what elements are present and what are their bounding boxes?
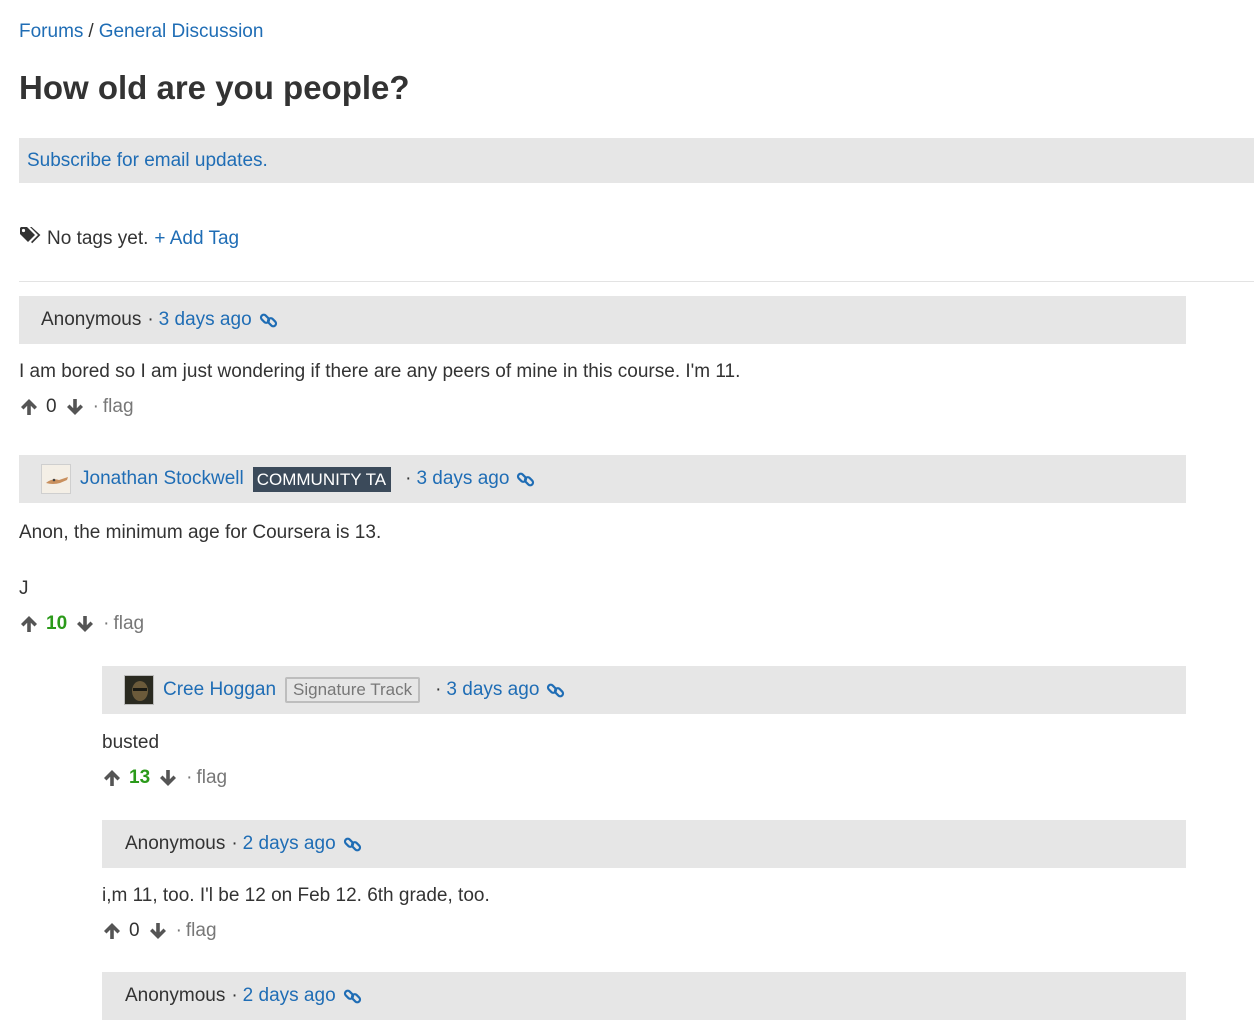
arrow-up-icon[interactable] [19,397,39,417]
vote-count: 0 [129,920,140,941]
separator-dot: · [186,767,193,788]
flag-link[interactable]: flag [186,920,217,942]
post-body-text: J [19,578,29,599]
signature-track-badge: Signature Track [285,677,421,703]
post-header: Cree Hoggan Signature Track · 3 days ago [102,666,1186,714]
separator-dot: · [103,613,110,634]
post-author: Anonymous [125,985,226,1006]
avatar[interactable] [41,464,71,494]
subscribe-link[interactable]: Subscribe for email updates. [27,149,268,173]
community-ta-badge: COMMUNITY TA [252,466,392,492]
avatar[interactable] [124,675,154,705]
arrow-down-icon[interactable] [158,768,178,788]
link-icon[interactable] [343,987,362,1006]
post-author-link[interactable]: Jonathan Stockwell [80,468,244,490]
separator-dot: · [435,679,442,700]
separator-dot: · [147,309,154,330]
vote-count: 0 [46,396,57,417]
tags-icon [19,226,47,252]
separator-dot: · [92,396,99,417]
breadcrumb-separator: / [88,21,94,42]
post-body-text: i,m 11, too. I'l be 12 on Feb 12. 6th gr… [102,885,490,906]
post-body-text: I am bored so I am just wondering if the… [19,361,741,382]
flag-link[interactable]: flag [196,767,227,789]
vote-count: 13 [129,767,151,788]
vote-row: 0 · flag [19,395,134,419]
post-timestamp-link[interactable]: 3 days ago [446,679,539,701]
link-icon[interactable] [343,835,362,854]
no-tags-text: No tags yet. [47,228,149,249]
arrow-up-icon[interactable] [19,614,39,634]
flag-link[interactable]: flag [103,396,134,418]
link-icon[interactable] [546,681,565,700]
arrow-down-icon[interactable] [75,614,95,634]
post-timestamp-link[interactable]: 2 days ago [243,833,336,855]
breadcrumb-forums-link[interactable]: Forums [19,21,83,42]
separator-dot: · [231,833,238,854]
vote-row: 10 · flag [19,612,144,636]
separator-dot: · [405,468,412,489]
link-icon[interactable] [516,470,535,489]
post-header: Anonymous · 2 days ago [102,972,1186,1020]
thread-title: How old are you people? [19,69,410,106]
add-tag-link[interactable]: + Add Tag [154,226,239,252]
tags-row: No tags yet. + Add Tag [19,226,239,252]
post-timestamp-link[interactable]: 3 days ago [416,468,509,490]
separator-dot: · [231,985,238,1006]
post-timestamp-link[interactable]: 2 days ago [243,985,336,1007]
arrow-down-icon[interactable] [148,921,168,941]
arrow-up-icon[interactable] [102,921,122,941]
subscribe-bar: Subscribe for email updates. [19,138,1254,183]
post-body-text: busted [102,732,160,753]
post-header: Anonymous · 3 days ago [19,296,1186,344]
flag-link[interactable]: flag [113,613,144,635]
post-author: Anonymous [41,309,142,330]
post-author: Anonymous [125,833,226,854]
post-header: Jonathan Stockwell COMMUNITY TA · 3 days… [19,455,1186,503]
link-icon[interactable] [259,311,278,330]
post-body-text: Anon, the minimum age for Coursera is 13… [19,522,382,543]
post-header: Anonymous · 2 days ago [102,820,1186,868]
arrow-up-icon[interactable] [102,768,122,788]
arrow-down-icon[interactable] [65,397,85,417]
post-timestamp-link[interactable]: 3 days ago [159,309,252,331]
breadcrumb: Forums / General Discussion [19,20,263,44]
vote-row: 13 · flag [102,766,227,790]
vote-count: 10 [46,613,68,634]
divider [19,281,1254,282]
breadcrumb-category-link[interactable]: General Discussion [99,21,264,42]
separator-dot: · [175,920,182,941]
post-author-link[interactable]: Cree Hoggan [163,679,276,701]
vote-row: 0 · flag [102,919,217,943]
